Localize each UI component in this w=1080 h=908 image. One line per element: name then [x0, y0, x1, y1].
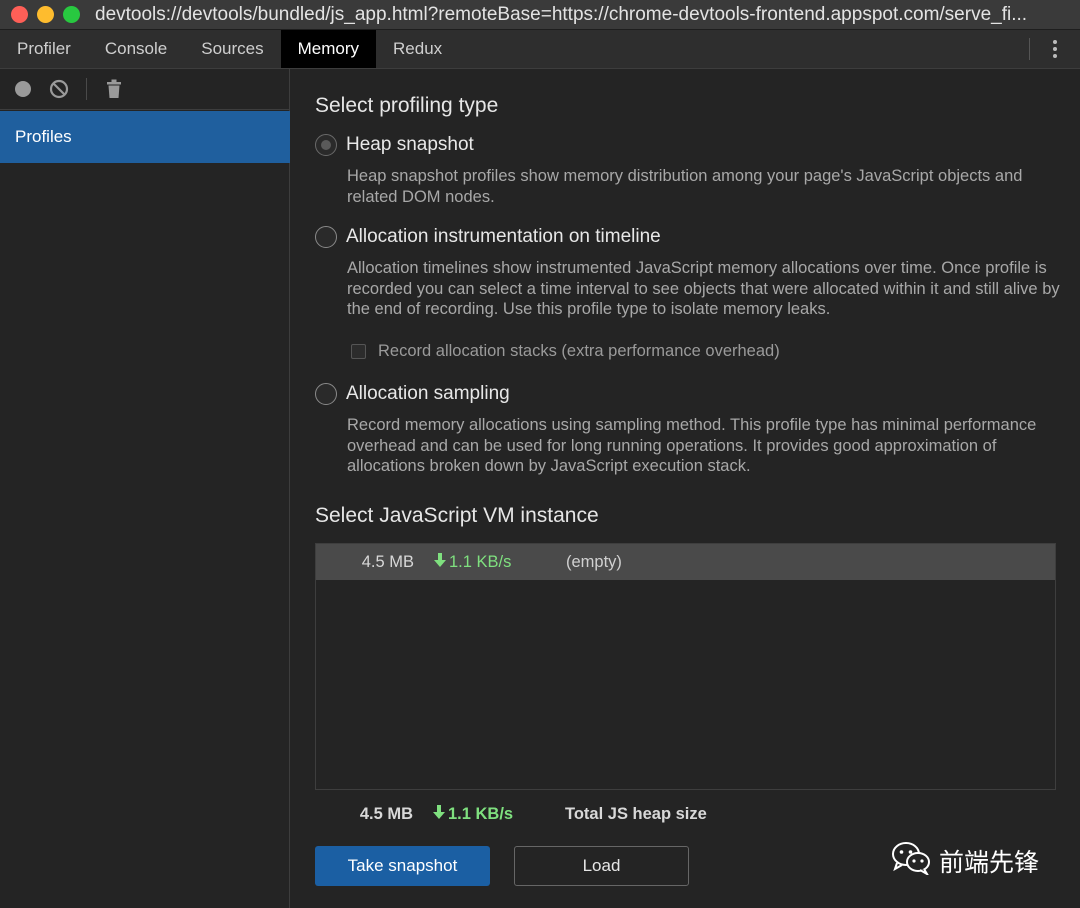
window-title: devtools://devtools/bundled/js_app.html?…	[95, 3, 1028, 25]
tab-memory[interactable]: Memory	[280, 30, 377, 68]
load-button[interactable]: Load	[514, 846, 689, 886]
sidebar-toolbar	[0, 69, 289, 110]
heap-snapshot-label[interactable]: Heap snapshot	[346, 134, 474, 156]
allocation-timeline-label[interactable]: Allocation instrumentation on timeline	[346, 226, 661, 248]
more-options-icon[interactable]	[1030, 30, 1080, 68]
record-dot-icon[interactable]	[12, 78, 34, 100]
arrow-down-icon	[433, 805, 445, 824]
allocation-timeline-description: Allocation timelines show instrumented J…	[347, 259, 1060, 318]
tab-console[interactable]: Console	[88, 30, 184, 68]
profiles-sidebar: Profiles	[0, 69, 290, 908]
tab-sources[interactable]: Sources	[184, 30, 280, 68]
window-titlebar: devtools://devtools/bundled/js_app.html?…	[0, 0, 1080, 30]
take-snapshot-button[interactable]: Take snapshot	[315, 846, 490, 886]
minimize-window-button[interactable]	[37, 6, 54, 23]
total-heap-rate: 1.1 KB/s	[433, 805, 565, 824]
window-controls	[11, 6, 80, 23]
option-allocation-timeline[interactable]: Allocation instrumentation on timeline	[315, 226, 661, 248]
total-rate-text: 1.1 KB/s	[448, 805, 514, 823]
arrow-down-icon	[434, 552, 446, 572]
record-allocation-stacks-label[interactable]: Record allocation stacks (extra performa…	[378, 342, 780, 361]
wechat-icon	[891, 841, 931, 880]
option-heap-snapshot[interactable]: Heap snapshot	[315, 134, 474, 156]
option-allocation-sampling[interactable]: Allocation sampling	[315, 383, 510, 405]
tabbar-spacer	[459, 30, 1029, 68]
record-allocation-stacks-option[interactable]: Record allocation stacks (extra performa…	[351, 342, 780, 361]
allocation-sampling-label[interactable]: Allocation sampling	[346, 383, 510, 405]
allocation-sampling-radio[interactable]	[315, 383, 337, 405]
vm-rate-text: 1.1 KB/s	[449, 552, 512, 571]
watermark: 前端先锋	[891, 841, 1039, 880]
allocation-timeline-radio[interactable]	[315, 226, 337, 248]
close-window-button[interactable]	[11, 6, 28, 23]
allocation-sampling-description: Record memory allocations using sampling…	[347, 416, 1037, 475]
vm-instance-list: 4.5 MB 1.1 KB/s (empty)	[315, 543, 1056, 790]
trash-icon[interactable]	[103, 78, 125, 100]
vm-instance-name: (empty)	[566, 552, 622, 571]
memory-panel: Select profiling type Heap snapshot Heap…	[291, 69, 1080, 908]
total-heap-label: Total JS heap size	[565, 805, 707, 823]
zoom-window-button[interactable]	[63, 6, 80, 23]
vm-heap-size: 4.5 MB	[361, 552, 414, 571]
heap-snapshot-description: Heap snapshot profiles show memory distr…	[347, 167, 1023, 206]
tab-redux[interactable]: Redux	[376, 30, 459, 68]
select-profiling-type-title: Select profiling type	[315, 94, 499, 117]
vm-instance-row[interactable]: 4.5 MB 1.1 KB/s (empty)	[316, 544, 1055, 580]
sidebar-item-profiles[interactable]: Profiles	[0, 111, 290, 163]
no-entry-icon[interactable]	[48, 78, 70, 100]
record-allocation-stacks-checkbox[interactable]	[351, 344, 366, 359]
heap-summary: 4.5 MB 1.1 KB/s Total JS heap size	[315, 805, 707, 824]
watermark-text: 前端先锋	[939, 847, 1040, 877]
total-heap-size: 4.5 MB	[359, 805, 413, 823]
heap-snapshot-radio[interactable]	[315, 134, 337, 156]
toolbar-divider	[86, 78, 87, 100]
tab-profiler[interactable]: Profiler	[0, 30, 88, 68]
devtools-tabbar: Profiler Console Sources Memory Redux	[0, 30, 1080, 69]
vm-heap-rate: 1.1 KB/s	[434, 552, 566, 572]
select-vm-instance-title: Select JavaScript VM instance	[315, 504, 599, 527]
